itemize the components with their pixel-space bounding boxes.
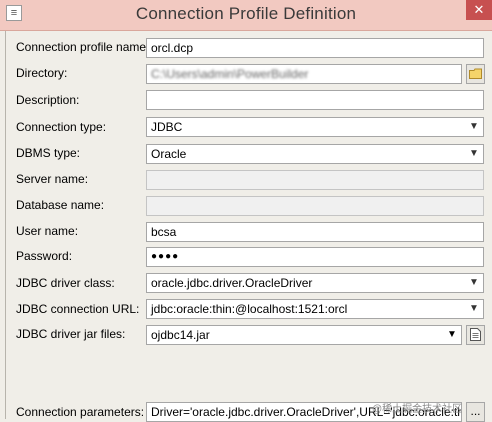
directory-browse-button[interactable] [466, 64, 485, 84]
jdbc-connection-url-value: jdbc:oracle:thin:@localhost:1521:orcl [151, 302, 348, 316]
connection-parameters-label: Connection parameters: [16, 405, 145, 419]
database-name-label: Database name: [16, 198, 105, 212]
jdbc-driver-jar-files-label: JDBC driver jar files: [16, 327, 126, 341]
window-title: Connection Profile Definition [135, 4, 357, 23]
chevron-down-icon[interactable]: ▼ [467, 119, 481, 135]
folder-icon [469, 68, 482, 79]
server-name-label: Server name: [16, 172, 89, 186]
password-input[interactable]: ●●●● [146, 247, 484, 267]
jdbc-driver-class-value: oracle.jdbc.driver.OracleDriver [151, 276, 313, 290]
document-icon [470, 328, 481, 341]
profile-name-input[interactable]: orcl.dcp [146, 38, 484, 58]
database-name-input [146, 196, 484, 216]
dbms-type-value: Oracle [151, 147, 187, 161]
connection-type-value: JDBC [151, 120, 183, 134]
dbms-type-label: DBMS type: [16, 146, 81, 160]
directory-input[interactable]: C:\Users\admin\PowerBuilder [146, 64, 462, 84]
user-name-input[interactable]: bcsa [146, 222, 484, 242]
server-name-input [146, 170, 484, 190]
jdbc-connection-url-select[interactable]: jdbc:oracle:thin:@localhost:1521:orcl ▼ [146, 299, 484, 319]
description-input[interactable] [146, 90, 484, 110]
profile-name-label: Connection profile name: [16, 40, 150, 54]
jdbc-driver-jar-files-select[interactable]: ojdbc14.jar ▼ [146, 325, 462, 345]
directory-label: Directory: [16, 66, 68, 80]
connection-parameters-button[interactable]: ... [466, 402, 485, 422]
jdbc-driver-class-select[interactable]: oracle.jdbc.driver.OracleDriver ▼ [146, 273, 484, 293]
chevron-down-icon[interactable]: ▼ [445, 327, 459, 343]
jdbc-driver-jar-files-value: ojdbc14.jar [151, 328, 210, 342]
chevron-down-icon[interactable]: ▼ [467, 301, 481, 317]
chevron-down-icon[interactable]: ▼ [467, 146, 481, 162]
chevron-down-icon[interactable]: ▼ [467, 275, 481, 291]
title-bar: ≡ Connection Profile Definition ✕ [0, 0, 492, 31]
description-label: Description: [16, 93, 80, 107]
connection-type-label: Connection type: [16, 120, 107, 134]
close-button[interactable]: ✕ [466, 0, 492, 20]
dbms-type-select[interactable]: Oracle ▼ [146, 144, 484, 164]
jdbc-driver-class-label: JDBC driver class: [16, 276, 115, 290]
jdbc-connection-url-label: JDBC connection URL: [16, 302, 140, 316]
connection-type-select[interactable]: JDBC ▼ [146, 117, 484, 137]
password-label: Password: [16, 249, 73, 263]
user-name-label: User name: [16, 224, 79, 238]
jar-files-browse-button[interactable] [466, 325, 485, 345]
watermark: @稀土掘金技术社区 [372, 404, 463, 415]
directory-value: C:\Users\admin\PowerBuilder [151, 67, 309, 81]
